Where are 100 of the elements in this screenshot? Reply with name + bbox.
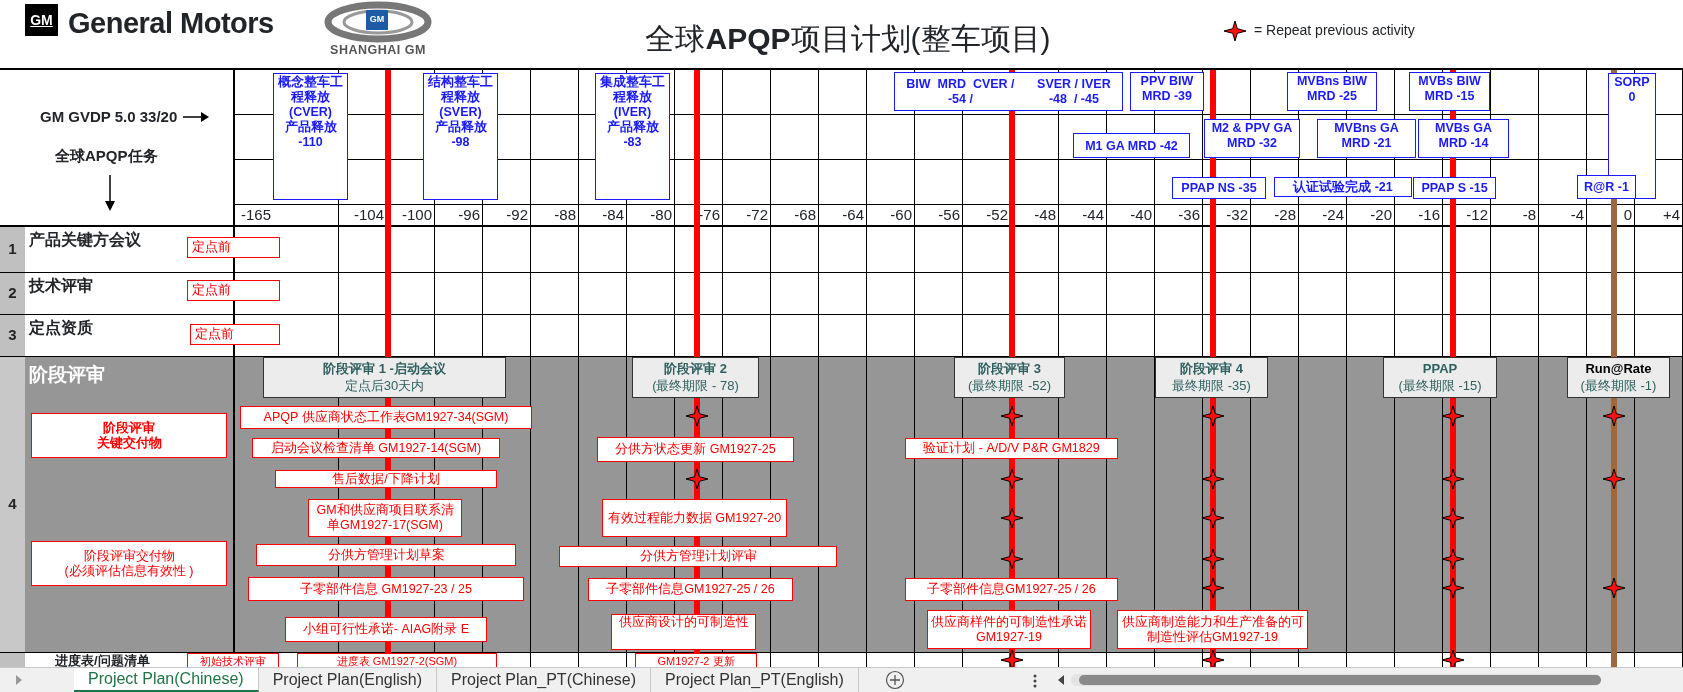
label-line: -83 bbox=[623, 135, 642, 150]
tick-label: -88 bbox=[531, 205, 579, 227]
label-line: -54 / bbox=[946, 92, 974, 107]
grid-cell bbox=[771, 115, 819, 160]
grid-cell bbox=[1347, 227, 1395, 273]
star-icon bbox=[1224, 20, 1246, 41]
tick-label: -20 bbox=[1347, 205, 1395, 227]
sheet-tab[interactable]: Project Plan(English) bbox=[258, 668, 438, 692]
tick-label: -44 bbox=[1059, 205, 1107, 227]
grid-cell bbox=[531, 227, 579, 273]
grid-cell bbox=[579, 273, 627, 315]
grid-cell bbox=[723, 160, 771, 205]
deliverable-label: 供应商制造能力和生产准备的可制造性评估GM1927-19 bbox=[1117, 610, 1308, 649]
label-line: 产品释放 bbox=[284, 120, 337, 135]
logo-badge: GM bbox=[366, 10, 388, 30]
tick-label: -40 bbox=[1107, 205, 1155, 227]
more-icon bbox=[1032, 674, 1037, 688]
label-line: 集成整车工 bbox=[600, 75, 665, 90]
sheet-tab[interactable]: Project Plan(Chinese) bbox=[74, 668, 259, 692]
grid-cell bbox=[723, 115, 771, 160]
label-line: MVBns GA bbox=[1334, 121, 1399, 136]
label-line: M2 & PPV GA bbox=[1211, 121, 1293, 136]
label-line: SVER / IVER bbox=[1037, 77, 1111, 92]
grid-cell bbox=[1539, 227, 1587, 273]
label-line: (IVER) bbox=[613, 105, 652, 120]
label-line: MRD -15 bbox=[1424, 89, 1475, 104]
label-line: -110 bbox=[298, 135, 323, 150]
gate-title: Run@Rate bbox=[1584, 360, 1653, 377]
sheet-tab[interactable]: Project Plan_PT(Chinese) bbox=[437, 668, 651, 692]
add-sheet-button[interactable] bbox=[884, 668, 905, 692]
tick-label: -64 bbox=[819, 205, 867, 227]
label-line: 程释放 bbox=[291, 90, 330, 105]
grid-cell bbox=[1491, 227, 1539, 273]
label-line: MVBns BIW bbox=[1296, 74, 1368, 89]
tick-label: -92 bbox=[483, 205, 531, 227]
grid-cell bbox=[1299, 273, 1347, 315]
label-line: -98 bbox=[451, 135, 470, 150]
grid-cell bbox=[531, 160, 579, 205]
label-line: SORP bbox=[1614, 75, 1650, 90]
note-label: 定点前 bbox=[190, 324, 280, 345]
row-number: 4 bbox=[0, 357, 25, 653]
grid-cell bbox=[1635, 227, 1683, 273]
grid-cell bbox=[1251, 227, 1299, 273]
tick-label: -72 bbox=[723, 205, 771, 227]
grid-cell bbox=[867, 227, 915, 273]
scroll-left-icon bbox=[1056, 674, 1065, 686]
brand-name: General Motors bbox=[68, 6, 275, 41]
deliverable-label: 有效过程能力数据 GM1927-20 bbox=[602, 499, 787, 537]
task-heading: 全球APQP任务 bbox=[55, 145, 159, 166]
grid-cell bbox=[819, 227, 867, 273]
grid-cell bbox=[1059, 160, 1107, 205]
grid-cell bbox=[483, 273, 531, 315]
note-label: GM1927-2 更新 bbox=[635, 653, 757, 667]
label-line: 结构整车工 bbox=[428, 75, 493, 90]
note-label: 定点前 bbox=[187, 280, 280, 301]
page-title: 全球APQP项目计划(整车项目) bbox=[644, 21, 1052, 57]
grid-cell bbox=[771, 160, 819, 205]
grid-cell bbox=[1107, 160, 1155, 205]
grid-cell bbox=[819, 160, 867, 205]
program-label: GM GVDP 5.0 33/20 bbox=[40, 107, 178, 127]
grid-cell bbox=[627, 273, 675, 315]
label-line: -48 / -45 bbox=[1047, 92, 1100, 107]
deliverable-label: GM和供应商项目联系清单GM1927-17(SGM) bbox=[308, 499, 462, 537]
grid-cell bbox=[1491, 273, 1539, 315]
gate-title: PPAP bbox=[1421, 360, 1459, 377]
grid-cell bbox=[1059, 273, 1107, 315]
tick-label: -84 bbox=[579, 205, 627, 227]
row-number: 3 bbox=[0, 315, 25, 357]
deliverable-label: APQP 供应商状态工作表GM1927-34(SGM) bbox=[240, 406, 532, 429]
grid-cell bbox=[579, 227, 627, 273]
tick-label: -68 bbox=[771, 205, 819, 227]
grid-cell bbox=[1059, 227, 1107, 273]
deliverable-label: 分供方管理计划草案 bbox=[256, 544, 516, 566]
label-line: PPAP S -15 bbox=[1421, 181, 1488, 196]
grid-cell bbox=[819, 115, 867, 160]
deliverable-label: 验证计划 - A/D/V P&R GM1829 bbox=[905, 438, 1118, 459]
note-line: 阶段评审交付物 bbox=[83, 548, 175, 564]
gate-deadline: 定点后30天内 bbox=[343, 377, 426, 394]
label-line: MRD -32 bbox=[1227, 136, 1277, 151]
sheet-tab[interactable]: Project Plan_PT(English) bbox=[651, 668, 859, 692]
horizontal-scrollbar[interactable] bbox=[1070, 674, 1601, 686]
grid-cell bbox=[1107, 273, 1155, 315]
grid-cell bbox=[435, 273, 483, 315]
grid-cell bbox=[1299, 227, 1347, 273]
label-line: PPAP NS -35 bbox=[1181, 181, 1257, 196]
label-line: 认证试验完成 -21 bbox=[1293, 180, 1393, 195]
deliverable-label: 售后数据/下降计划 bbox=[275, 470, 497, 488]
tick-label: -28 bbox=[1251, 205, 1299, 227]
tick-label: +4 bbox=[1635, 205, 1683, 227]
grid-cell bbox=[723, 227, 771, 273]
tick-label: -4 bbox=[1539, 205, 1587, 227]
tick-label: -80 bbox=[627, 205, 675, 227]
label-line: 概念整车工 bbox=[278, 75, 343, 90]
label-line: MRD -14 bbox=[1438, 136, 1489, 151]
tick-label: -16 bbox=[1395, 205, 1443, 227]
grid-cell bbox=[531, 273, 579, 315]
grid-cell bbox=[819, 273, 867, 315]
partner-name: SHANGHAI GM bbox=[330, 44, 426, 57]
note-label: 定点前 bbox=[187, 237, 280, 258]
label-line: 程释放 bbox=[613, 90, 652, 105]
